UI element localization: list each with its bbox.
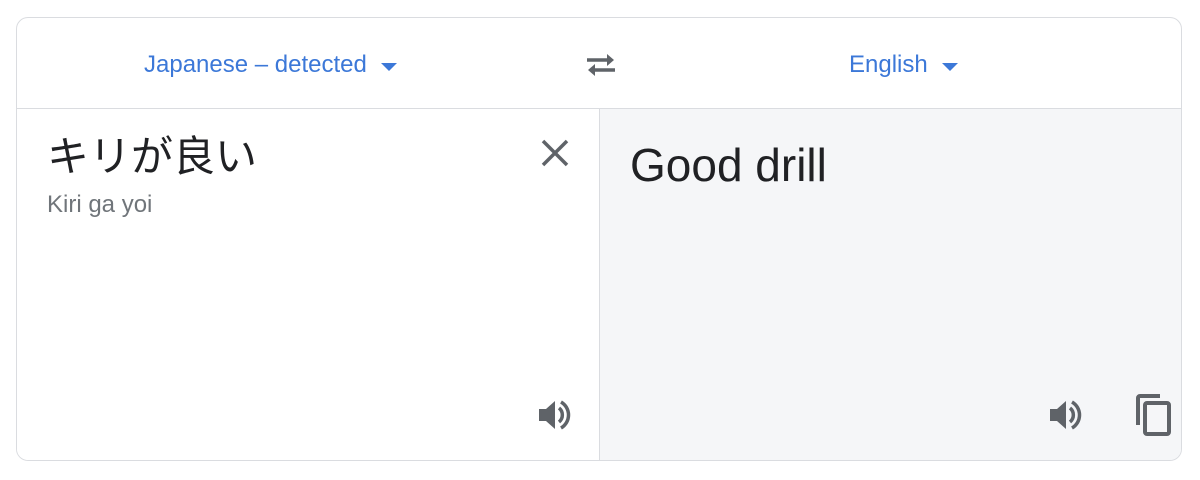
target-panel: Good drill (600, 109, 1181, 460)
speaker-icon (539, 400, 571, 430)
romanization-text: Kiri ga yoi (47, 191, 153, 218)
translate-card: Japanese – detected English キリが良い Kiri g… (16, 17, 1182, 461)
translation-text: Good drill (630, 139, 827, 191)
source-panel[interactable]: キリが良い Kiri ga yoi (17, 109, 600, 460)
chevron-down-icon (941, 63, 958, 71)
listen-translation-button[interactable] (1044, 393, 1088, 437)
swap-arrows-icon (587, 54, 615, 76)
copy-icon (1136, 394, 1171, 436)
close-icon (541, 139, 569, 167)
source-text[interactable]: キリが良い (47, 131, 257, 183)
source-language-label: Japanese – detected (144, 51, 367, 78)
clear-source-button[interactable] (533, 131, 577, 175)
chevron-down-icon (380, 63, 397, 71)
target-language-selector[interactable]: English (849, 48, 958, 82)
source-language-selector[interactable]: Japanese – detected (144, 48, 397, 82)
copy-translation-button[interactable] (1130, 393, 1174, 437)
language-bar: Japanese – detected English (17, 18, 1181, 109)
speaker-icon (1050, 400, 1082, 430)
listen-source-button[interactable] (533, 393, 577, 437)
swap-languages-button[interactable] (579, 46, 623, 84)
target-language-label: English (849, 51, 928, 78)
